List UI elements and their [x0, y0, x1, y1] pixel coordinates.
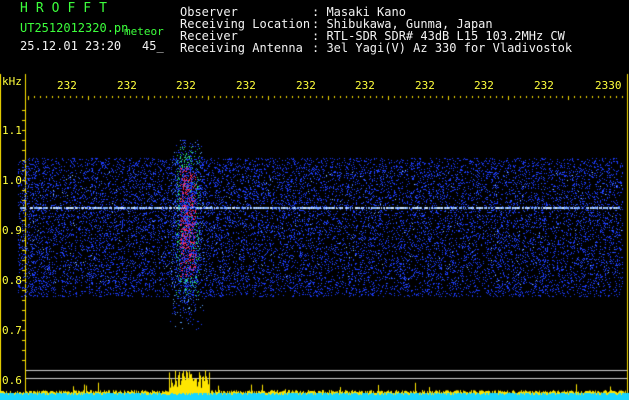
freq-tick: 0.9 — [2, 224, 22, 237]
time-tick: 232 — [236, 79, 256, 92]
filename-label: UT2512012320.pn — [20, 21, 129, 35]
time-tick: 232 — [176, 79, 196, 92]
freq-tick: 0.6 — [2, 374, 22, 387]
file-tag-label: meteor — [124, 25, 164, 38]
time-tick: 2330 — [595, 79, 622, 92]
y-axis-unit: kHz — [2, 75, 22, 88]
time-tick: 232 — [415, 79, 435, 92]
display-value-label: 45_ — [142, 39, 164, 53]
time-tick: 232 — [57, 79, 77, 92]
freq-tick: 0.8 — [2, 274, 22, 287]
antenna-value: : 3el Yagi(V) Az 330 for Vladivostok — [312, 41, 573, 55]
freq-tick: 1.0 — [2, 174, 22, 187]
datetime-label: 25.12.01 23:20 — [20, 39, 122, 53]
freq-tick: 1.1 — [2, 124, 22, 137]
spectrogram-canvas — [0, 0, 629, 400]
freq-tick: 0.7 — [2, 324, 22, 337]
antenna-label: Receiving Antenna — [180, 41, 303, 55]
time-tick: 232 — [117, 79, 137, 92]
time-tick: 232 — [474, 79, 494, 92]
app-title: HROFFT — [20, 1, 115, 16]
time-tick: 232 — [296, 79, 316, 92]
time-tick: 232 — [355, 79, 375, 92]
time-tick: 232 — [534, 79, 554, 92]
